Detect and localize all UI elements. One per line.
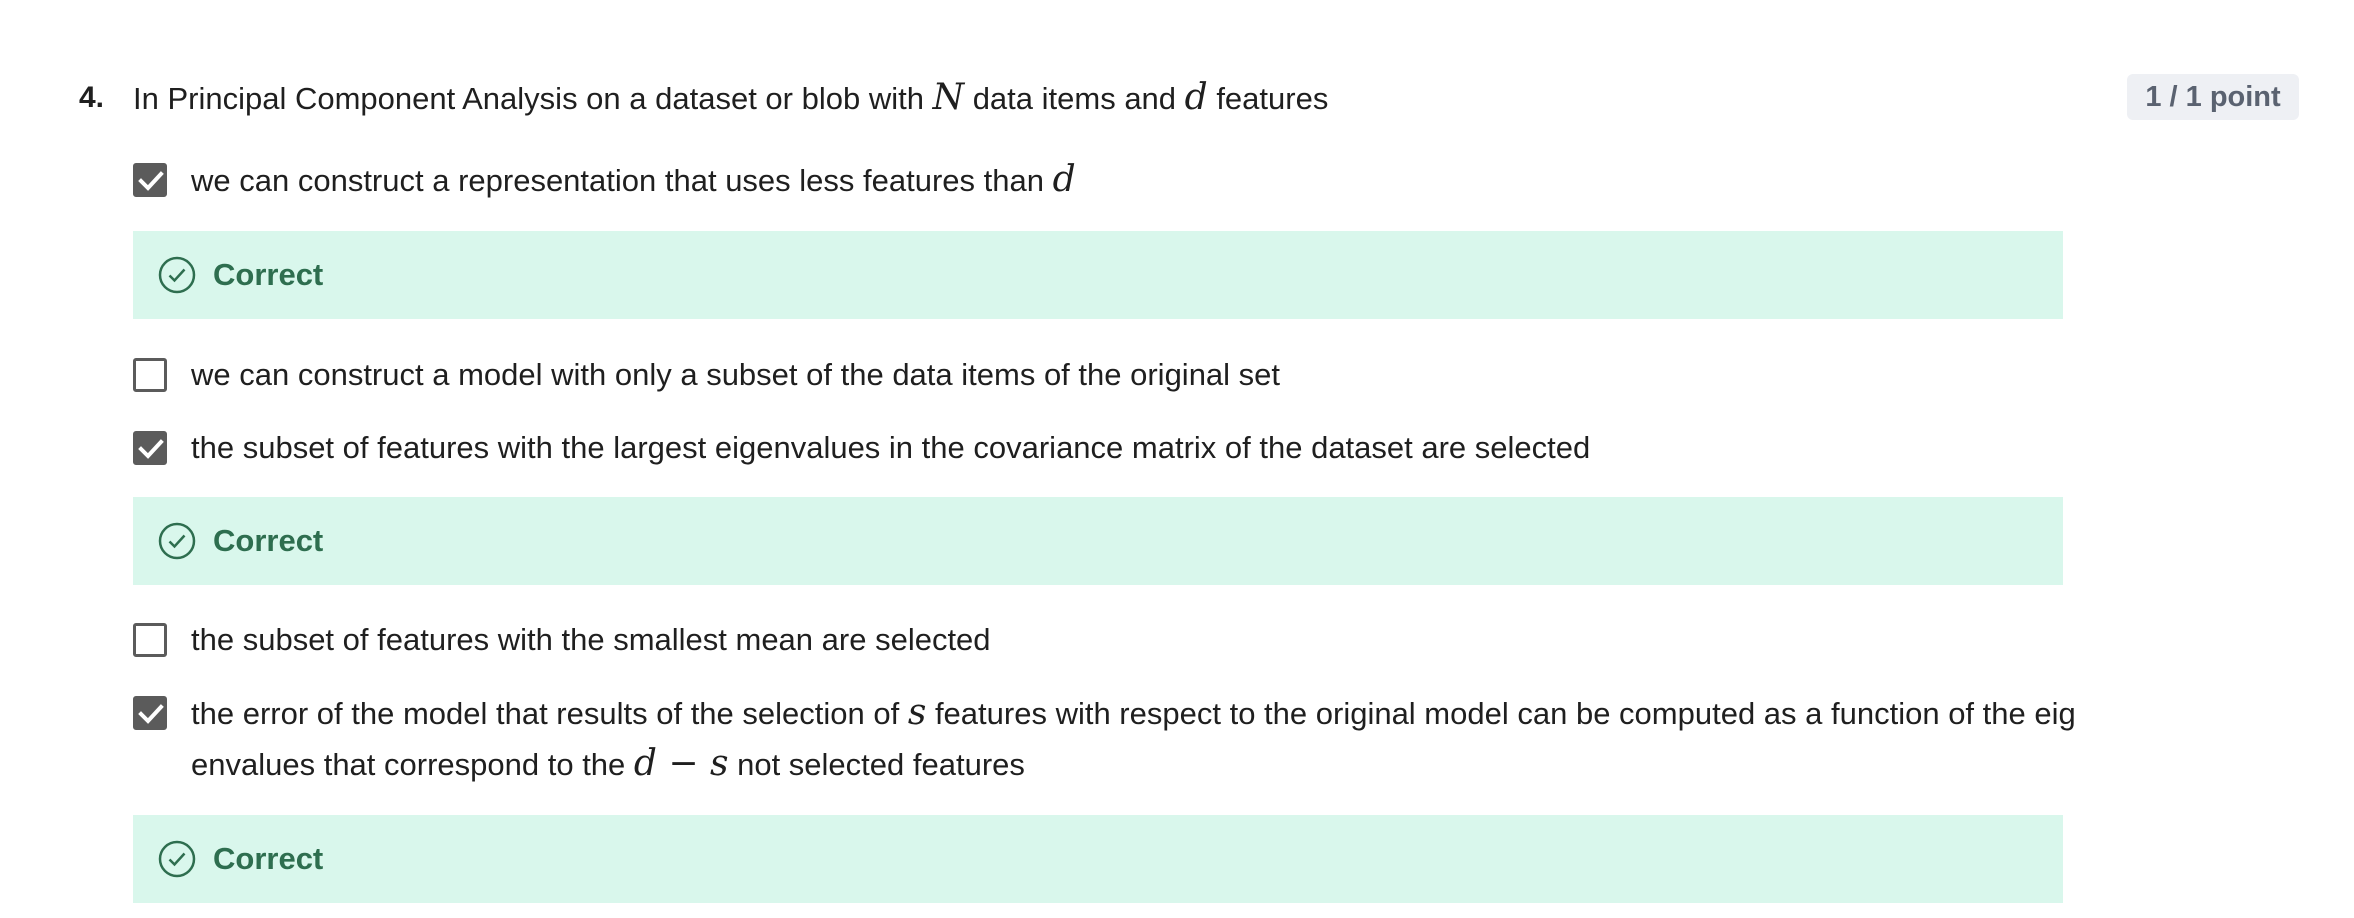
math-variable: d — [1052, 159, 1076, 200]
option-label: we can construct a model with only a sub… — [191, 350, 2181, 400]
checkmark-icon — [138, 439, 164, 459]
option-text-part: the subset of features with the largest … — [191, 430, 1591, 465]
feedback-label: Correct — [213, 257, 324, 292]
feedback-label: Correct — [213, 841, 324, 876]
option-text-part: not selected features — [728, 747, 1025, 782]
question-text-part: In Principal Component Analysis on a dat… — [133, 81, 933, 116]
option-text-part: we can construct a representation that u… — [191, 163, 1053, 198]
math-variable: N — [932, 77, 965, 118]
answer-option[interactable]: we can construct a model with only a sub… — [133, 357, 2063, 394]
checkbox-checked[interactable] — [133, 696, 167, 730]
option-text-part: the error of the model that results of t… — [191, 696, 908, 731]
option-label: the error of the model that results of t… — [191, 688, 2181, 790]
answer-option[interactable]: the subset of features with the largest … — [133, 430, 2063, 467]
math-expression: d − s — [633, 743, 729, 784]
checkbox-unchecked[interactable] — [133, 358, 167, 392]
question-number: 4. — [79, 81, 105, 114]
question-text: In Principal Component Analysis on a dat… — [133, 76, 1328, 121]
answer-option[interactable]: we can construct a representation that u… — [133, 159, 2063, 200]
option-label: we can construct a representation that u… — [191, 155, 2181, 206]
question-text-part: features — [1207, 81, 1329, 116]
check-circle-icon — [158, 840, 196, 878]
feedback-label: Correct — [213, 523, 324, 558]
option-label: the subset of features with the smallest… — [191, 615, 2181, 665]
answer-option[interactable]: the subset of features with the smallest… — [133, 622, 2063, 659]
checkbox-unchecked[interactable] — [133, 623, 167, 657]
question-text-part: data items and — [964, 81, 1185, 116]
checkmark-icon — [138, 171, 164, 191]
option-text-part: we can construct a model with only a sub… — [191, 357, 1281, 392]
check-circle-icon — [158, 522, 196, 560]
option-label: the subset of features with the largest … — [191, 423, 2181, 473]
feedback-correct: Correct — [133, 815, 2063, 903]
math-variable: s — [907, 692, 927, 733]
points-badge: 1 / 1 point — [2127, 74, 2299, 120]
math-variable: d — [1184, 77, 1208, 118]
checkbox-checked[interactable] — [133, 431, 167, 465]
feedback-correct: Correct — [133, 497, 2063, 585]
answer-option[interactable]: the error of the model that results of t… — [133, 692, 2076, 784]
checkmark-icon — [138, 704, 164, 724]
quiz-question: 4. In Principal Component Analysis on a … — [0, 0, 2354, 918]
feedback-correct: Correct — [133, 231, 2063, 319]
option-text-part: the subset of features with the smallest… — [191, 622, 991, 657]
checkbox-checked[interactable] — [133, 163, 167, 197]
check-circle-icon — [158, 256, 196, 294]
